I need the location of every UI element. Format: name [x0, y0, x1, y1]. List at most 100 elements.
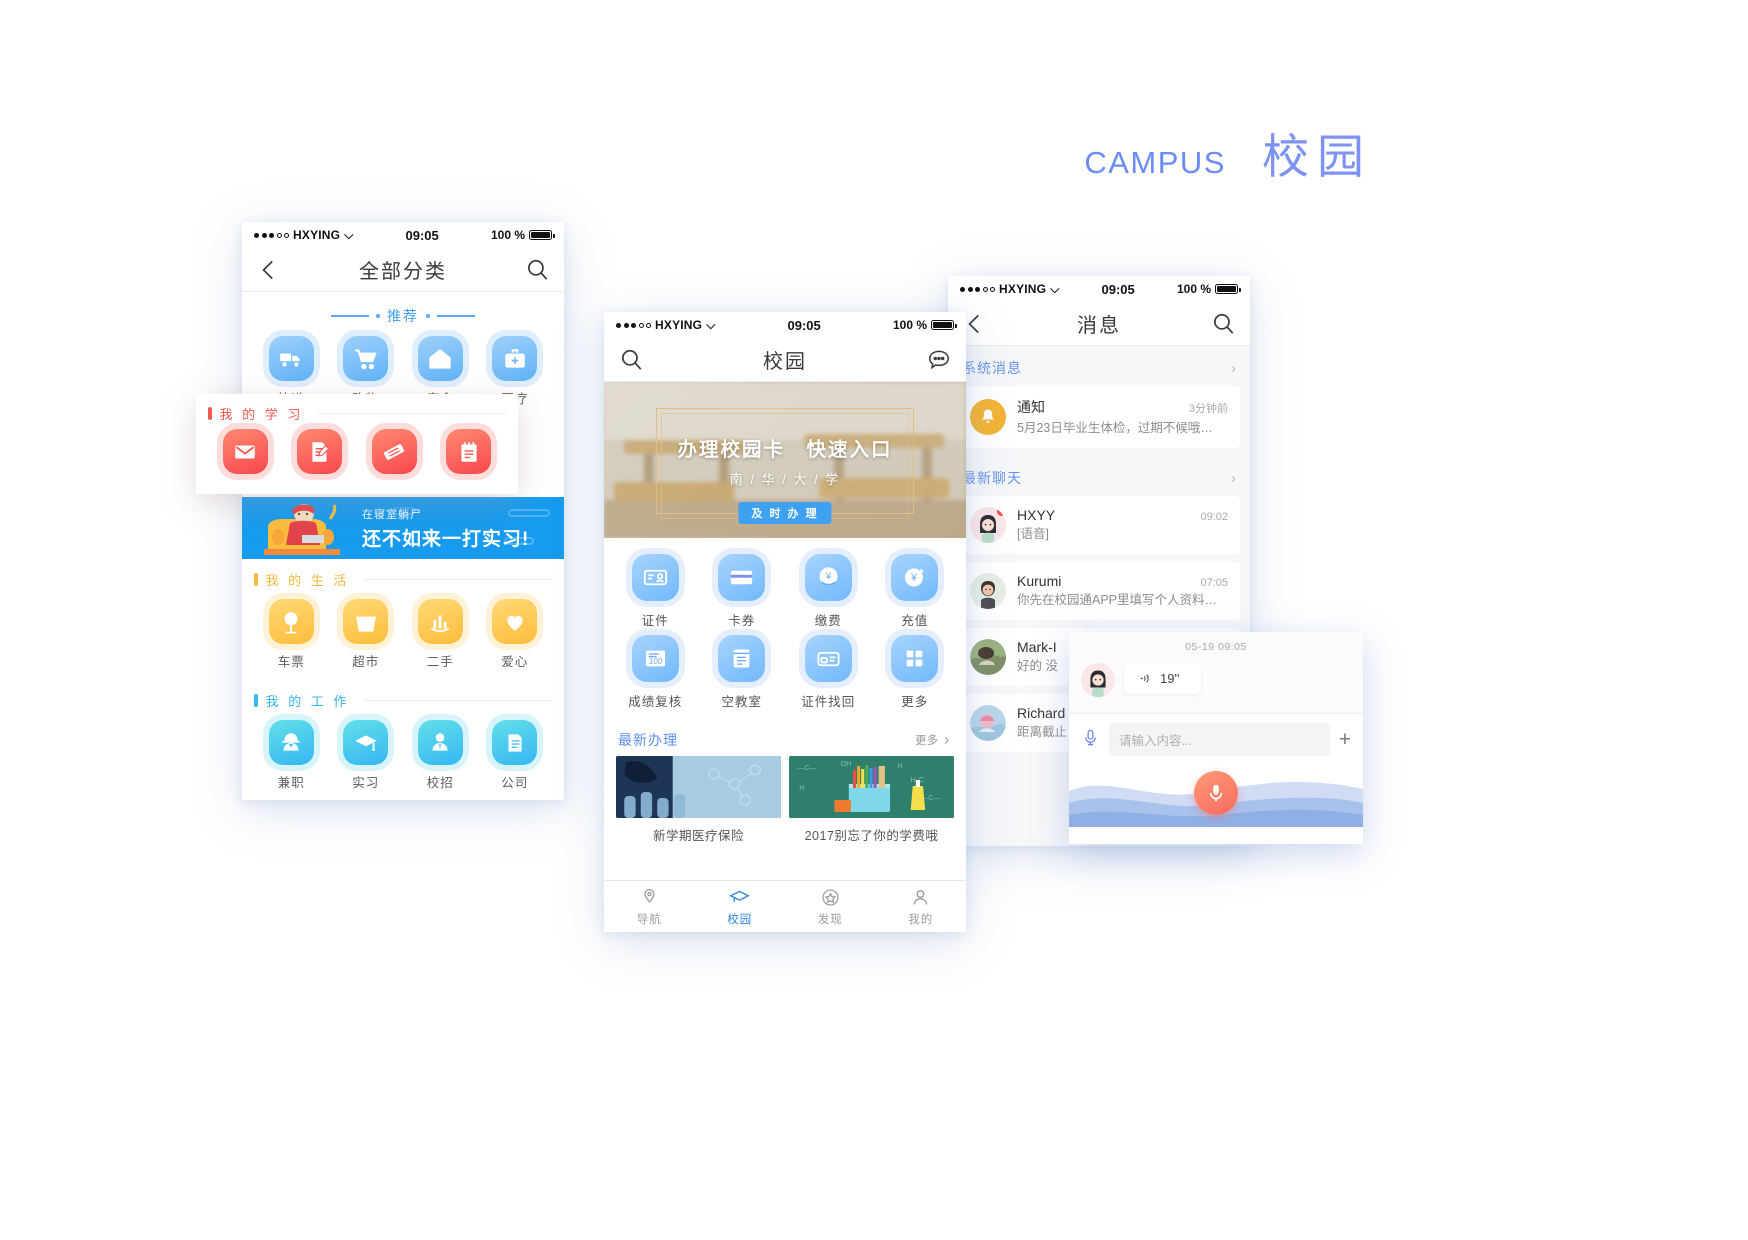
- phone-categories: HXYING ⌵ 09:05 100 % 全部分类 推荐 在寝室躺尸 还不如来一…: [242, 222, 564, 800]
- worker-cap-icon: [268, 720, 314, 765]
- person-tie-icon: [417, 720, 463, 765]
- document-edit-icon: [297, 429, 343, 474]
- study-item-coupon[interactable]: [357, 429, 432, 474]
- latest-card-title: 2017别忘了你的学费哦: [804, 829, 939, 843]
- microphone-icon: [1209, 784, 1223, 802]
- life-item-aixin[interactable]: 爱心: [478, 599, 553, 670]
- avatar: [970, 573, 1006, 609]
- study-floating-card: 我 的 学 习: [196, 394, 518, 494]
- graduation-cap-icon: [729, 890, 751, 902]
- service-label: 证件找回: [801, 695, 856, 709]
- battery-icon: [931, 320, 957, 330]
- record-wave-area: [1069, 765, 1363, 827]
- microphone-icon[interactable]: [1081, 728, 1100, 752]
- score-100-icon: 100: [631, 635, 679, 682]
- life-label: 爱心: [501, 655, 529, 669]
- voice-message-bubble[interactable]: 19'': [1124, 663, 1202, 694]
- system-section-header[interactable]: 系统消息 ›: [948, 346, 1250, 386]
- chat-section-header[interactable]: 最新聊天 ›: [948, 456, 1250, 496]
- life-label: 超市: [352, 655, 380, 669]
- categories-body: 推荐 快递 购物: [242, 292, 564, 800]
- avatar: [970, 639, 1006, 675]
- search-icon[interactable]: [618, 347, 644, 373]
- plus-icon[interactable]: +: [1339, 729, 1351, 750]
- work-item-jianzhi[interactable]: 兼职: [254, 720, 329, 791]
- study-section-label: 我 的 学 习: [219, 407, 304, 422]
- work-item-gongsi[interactable]: 公司: [478, 720, 553, 791]
- internship-banner[interactable]: 在寝室躺尸 还不如来一打实习!: [242, 497, 564, 559]
- tab-campus[interactable]: 校园: [695, 881, 786, 932]
- service-label: 充值: [901, 614, 929, 628]
- life-item-chaoshi[interactable]: 超市: [329, 599, 404, 670]
- avatar: [970, 705, 1006, 741]
- service-label: 证件: [641, 614, 669, 628]
- message-time: 07:05: [1200, 577, 1228, 589]
- dormitory-house-icon: [417, 336, 463, 381]
- nav-bar: 全部分类: [242, 248, 564, 292]
- tab-mine[interactable]: 我的: [876, 881, 967, 932]
- service-item-kongjiaoshi[interactable]: 空教室: [699, 635, 786, 710]
- list-item[interactable]: Kurumi 07:05 你先在校园通APP里填写个人资料…: [958, 562, 1240, 620]
- chevron-left-icon[interactable]: [256, 257, 282, 283]
- work-grid: 兼职 实习 校招 公司: [242, 714, 564, 800]
- work-item-xiaozhao[interactable]: 校招: [403, 720, 478, 791]
- latest-more-link[interactable]: 更多: [915, 732, 952, 748]
- message-input[interactable]: 请输入内容...: [1109, 723, 1330, 756]
- service-item-chengjifuhe[interactable]: 100 成绩复核: [612, 635, 699, 710]
- list-item[interactable]: 通知 3分钟前 5月23日毕业生体检，过期不候哦…: [958, 386, 1240, 448]
- service-item-zhengjianzhaohui[interactable]: 证件找回: [785, 635, 872, 710]
- service-item-jiaofei[interactable]: ¥ 缴费: [785, 554, 872, 629]
- hero-action-button[interactable]: 及 时 办 理: [738, 502, 832, 524]
- tab-label: 校园: [727, 913, 753, 926]
- work-label: 公司: [501, 776, 529, 790]
- tab-navigation[interactable]: 导航: [604, 881, 695, 932]
- latest-card-tuition[interactable]: —C—OHH H₃CH—C—: [789, 756, 954, 844]
- life-item-ershou[interactable]: 二手: [403, 599, 478, 670]
- recharge-yuan-plus-icon: ¥: [891, 554, 939, 601]
- study-item-mail[interactable]: [208, 429, 283, 474]
- list-item[interactable]: HXYY 09:02 [语音]: [958, 496, 1240, 554]
- search-icon[interactable]: [524, 257, 550, 283]
- shopping-cart-icon: [343, 336, 389, 381]
- service-item-gengduo[interactable]: 更多: [872, 635, 959, 710]
- message-name: 通知: [1017, 399, 1045, 415]
- unread-badge: [997, 507, 1006, 516]
- message-name: HXYY: [1017, 507, 1056, 523]
- service-label: 更多: [901, 695, 929, 709]
- campus-card-hero-banner[interactable]: 办理校园卡 快速入口 南 / 华 / 大 / 学 及 时 办 理: [604, 382, 966, 538]
- service-label: 卡券: [728, 614, 756, 628]
- chat-bubble-icon[interactable]: [926, 347, 952, 373]
- life-section-label: 我 的 生 活: [265, 573, 350, 588]
- id-card-icon: [631, 554, 679, 601]
- service-item-zhengjian[interactable]: 证件: [612, 554, 699, 629]
- basket-icon: [343, 599, 389, 644]
- chat-section-label: 最新聊天: [962, 470, 1022, 486]
- battery-label: 100 %: [490, 228, 525, 242]
- life-item-chepiao[interactable]: 车票: [254, 599, 329, 670]
- message-preview: 5月23日毕业生体检，过期不候哦…: [1017, 421, 1213, 435]
- brand-title: CAMPUS 校园: [1084, 118, 1372, 187]
- search-icon[interactable]: [1210, 311, 1236, 337]
- study-item-notepad[interactable]: [432, 429, 507, 474]
- carrier-label: HXYING: [655, 318, 703, 332]
- service-item-kaquan[interactable]: 卡券: [699, 554, 786, 629]
- tab-discover[interactable]: 发现: [785, 881, 876, 932]
- chat-message-area: 19'': [1069, 663, 1363, 713]
- hero-subtitle: 南 / 华 / 大 / 学: [729, 471, 841, 487]
- chevron-right-icon: ›: [1231, 469, 1236, 487]
- svg-text:¥: ¥: [825, 571, 832, 582]
- study-item-document[interactable]: [283, 429, 358, 474]
- work-item-shixi[interactable]: 实习: [329, 720, 404, 791]
- latest-section-header: 最新办理 更多: [604, 720, 966, 756]
- svg-text:H: H: [897, 762, 902, 770]
- life-section-header: 我 的 生 活: [242, 559, 564, 593]
- life-grid: 车票 超市 二手 爱心: [242, 593, 564, 680]
- avatar: [1081, 663, 1115, 697]
- service-item-chongzhi[interactable]: ¥ 充值: [872, 554, 959, 629]
- delivery-truck-icon: [268, 336, 314, 381]
- brand-chinese: 校园: [1262, 130, 1372, 183]
- latest-card-insurance[interactable]: 新学期医疗保险: [616, 756, 781, 844]
- system-section-label: 系统消息: [962, 360, 1022, 376]
- voice-duration: 19'': [1160, 671, 1180, 686]
- record-button[interactable]: [1194, 771, 1238, 815]
